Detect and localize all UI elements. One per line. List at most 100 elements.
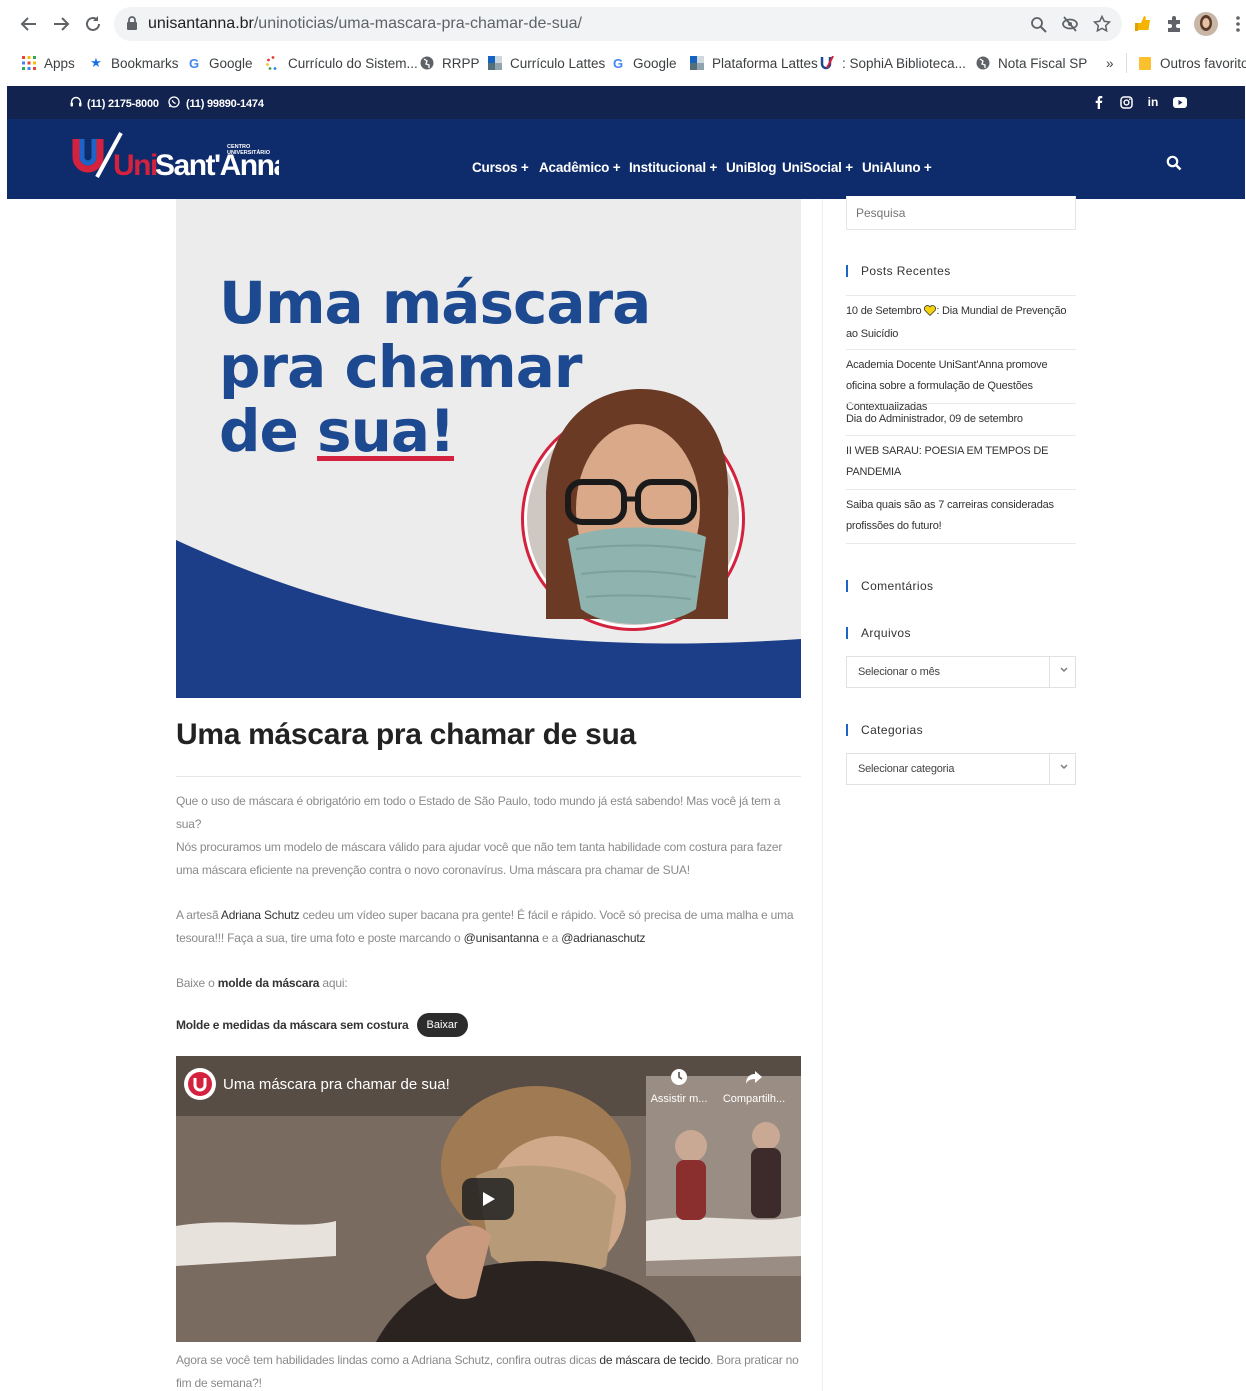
chevron-down-icon	[1060, 665, 1068, 675]
nav-unialuno[interactable]: UniAluno +	[862, 160, 932, 175]
star-icon: ★	[90, 55, 102, 70]
download-label: Molde e medidas da máscara sem costura	[176, 1018, 409, 1032]
channel-avatar[interactable]	[184, 1068, 216, 1100]
instagram-icon[interactable]	[1117, 93, 1135, 111]
browser-toolbar: unisantanna.br/uninoticias/uma-mascara-p…	[0, 0, 1246, 48]
divider	[176, 776, 801, 777]
categories-title: Categorias	[846, 724, 923, 736]
lattes-icon	[487, 55, 503, 71]
svg-text:UNIVERSITÁRIO: UNIVERSITÁRIO	[227, 149, 271, 156]
forward-arrow-icon[interactable]	[49, 12, 73, 36]
zoom-icon[interactable]	[1028, 14, 1048, 34]
share-button[interactable]: Compartilh...	[719, 1068, 789, 1105]
headset-icon	[70, 96, 82, 111]
search-icon[interactable]	[1166, 155, 1184, 173]
unisantanna-icon	[819, 55, 835, 71]
main-navbar: Uni Sant'Anna CENTRO UNIVERSITÁRIO Curso…	[7, 119, 1245, 199]
nav-institucional[interactable]: Institucional +	[629, 160, 717, 175]
select-separator	[1049, 657, 1050, 687]
sidebar-divider	[822, 199, 823, 1391]
select-separator	[1049, 754, 1050, 784]
bookmark-item[interactable]: ★ Bookmarks	[88, 53, 178, 73]
paragraph: Que o uso de máscara é obrigatório em to…	[176, 794, 781, 831]
watch-later-button[interactable]: Assistir m...	[644, 1068, 714, 1105]
contact-bar: (11) 2175-8000 (11) 99890-1474 in	[7, 86, 1245, 119]
download-row: Molde e medidas da máscara sem costura B…	[176, 1012, 468, 1038]
download-button[interactable]: Baixar	[416, 1013, 468, 1037]
paragraph: Baixe o molde da máscara aqui:	[176, 976, 348, 990]
youtube-video-embed[interactable]: Uma máscara pra chamar de sua! Assistir …	[176, 1056, 801, 1342]
yellow-heart-icon	[924, 303, 937, 324]
recent-post-link[interactable]: Dia do Administrador, 09 de setembro	[846, 403, 1076, 436]
tracking-off-icon[interactable]	[1060, 14, 1080, 34]
bookmarks-bar: Apps ★ Bookmarks G Google Currículo do Sis…	[0, 48, 1246, 78]
bookmark-item[interactable]: Plataforma Lattes	[689, 53, 818, 73]
back-arrow-icon[interactable]	[17, 12, 41, 36]
bookmark-item[interactable]: Nota Fiscal SP	[975, 53, 1087, 73]
paragraph: Nós procuramos um modelo de máscara váli…	[176, 840, 783, 877]
profile-avatar[interactable]	[1194, 12, 1218, 36]
url-text: unisantanna.br/uninoticias/uma-mascara-p…	[148, 15, 582, 32]
browser-menu-icon[interactable]	[1226, 12, 1246, 36]
archives-select[interactable]: Selecionar o mês	[846, 656, 1076, 688]
linkedin-icon[interactable]: in	[1144, 93, 1162, 111]
lattes-icon	[689, 55, 705, 71]
categories-select-value: Selecionar categoria	[858, 763, 955, 775]
bookmark-item[interactable]: Apps	[21, 53, 75, 73]
facebook-icon[interactable]	[1090, 93, 1108, 111]
google-icon: G	[188, 55, 200, 71]
instagram-tag-link[interactable]: @adrianaschutz	[561, 931, 645, 945]
other-bookmarks-folder[interactable]: Outros favoritos	[1126, 53, 1246, 73]
play-button[interactable]	[462, 1178, 514, 1220]
video-title[interactable]: Uma máscara pra chamar de sua!	[223, 1076, 450, 1093]
thumbs-up-extension-icon[interactable]	[1131, 12, 1155, 36]
globe-icon	[975, 55, 991, 71]
chevron-down-icon	[1060, 762, 1068, 772]
reload-icon[interactable]	[81, 12, 105, 36]
paragraph: A artesã Adriana Schutz cedeu um vídeo s…	[176, 908, 794, 945]
recent-post-link[interactable]: II WEB SARAU: POESIA EM TEMPOS DE PANDEM…	[846, 435, 1076, 490]
nav-unisocial[interactable]: UniSocial +	[782, 160, 853, 175]
bookmark-star-icon[interactable]	[1092, 14, 1112, 34]
unisantanna-logo[interactable]: Uni Sant'Anna CENTRO UNIVERSITÁRIO	[69, 131, 292, 187]
svg-text:Uni: Uni	[113, 149, 157, 182]
featured-image: Uma máscara pra chamar de sua!	[176, 199, 801, 698]
youtube-icon[interactable]	[1171, 93, 1189, 111]
search-input[interactable]	[846, 196, 1076, 230]
instagram-tag-link[interactable]: @unisantanna	[464, 931, 539, 945]
recent-post-link[interactable]: Saiba quais são as 7 carreiras considera…	[846, 489, 1076, 544]
cnpq-icon	[265, 55, 281, 71]
hero-headline-emphasis: sua!	[317, 397, 455, 465]
globe-icon	[419, 55, 435, 71]
nav-uniblog[interactable]: UniBlog	[726, 160, 777, 175]
nav-cursos[interactable]: Cursos +	[472, 160, 529, 175]
folder-icon	[1137, 55, 1153, 71]
share-arrow-icon	[746, 1071, 762, 1084]
bookmark-item[interactable]: Currículo Lattes	[487, 53, 605, 73]
google-icon: G	[612, 55, 624, 71]
comments-title: Comentários	[846, 580, 933, 592]
extensions-puzzle-icon[interactable]	[1162, 12, 1186, 36]
bookmark-item[interactable]: Currículo do Sistem...	[265, 53, 418, 73]
recent-post-link[interactable]: 10 de Setembro : Dia Mundial de Prevençã…	[846, 295, 1076, 350]
clock-icon	[671, 1069, 687, 1085]
categories-select[interactable]: Selecionar categoria	[846, 753, 1076, 785]
bookmark-item[interactable]: G Google	[186, 53, 253, 73]
recent-post-link[interactable]: Academia Docente UniSant'Anna promove of…	[846, 349, 1076, 413]
recent-posts-title: Posts Recentes	[846, 265, 951, 277]
bookmarks-overflow-button[interactable]: »	[1106, 53, 1114, 73]
bookmark-item[interactable]: RRPP	[419, 53, 480, 73]
nav-academico[interactable]: Acadêmico +	[539, 160, 621, 175]
whatsapp-icon	[168, 96, 180, 111]
bookmark-item[interactable]: G Google	[610, 53, 677, 73]
phone-contact[interactable]: (11) 2175-8000	[70, 96, 159, 111]
archives-select-value: Selecionar o mês	[858, 666, 940, 678]
bookmark-item[interactable]: : SophiA Biblioteca...	[819, 53, 966, 73]
mask-tips-link[interactable]: de máscara de tecido	[599, 1353, 710, 1367]
apps-grid-icon	[21, 55, 37, 71]
whatsapp-contact[interactable]: (11) 99890-1474	[168, 96, 264, 111]
address-bar[interactable]: unisantanna.br/uninoticias/uma-mascara-p…	[114, 7, 1122, 41]
lock-icon	[126, 15, 138, 36]
play-icon	[483, 1192, 495, 1206]
author-link[interactable]: Adriana Schutz	[221, 908, 300, 922]
